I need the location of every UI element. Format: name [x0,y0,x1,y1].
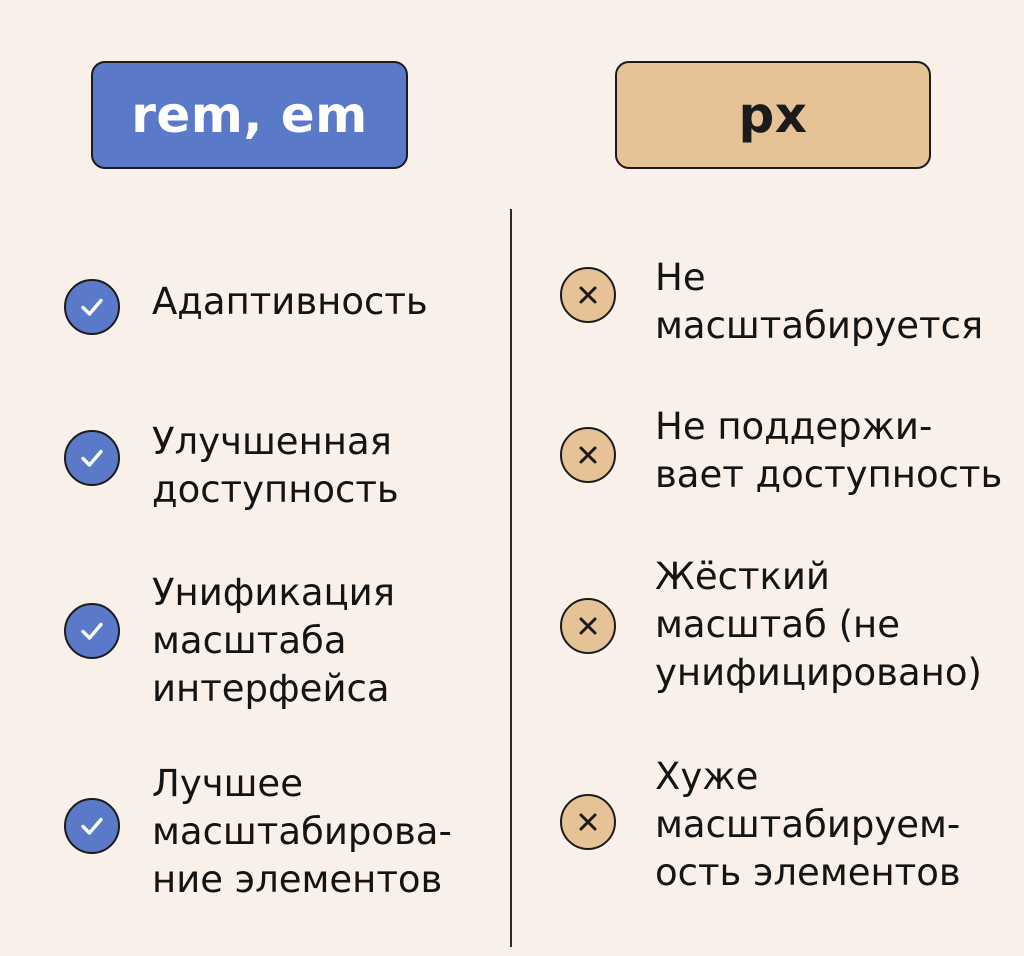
label-line: унифицировано) [655,651,982,694]
label-line: интерфейса [152,667,390,710]
label-line: масштаб (не [655,603,900,646]
right-item-no-scaling: Не масштабируется [655,254,983,350]
cross-icon [560,267,616,323]
cross-icon [560,598,616,654]
label-line: Не [655,256,706,299]
header-px: px [615,61,931,169]
left-item-accessibility: Улучшенная доступность [152,418,399,514]
label-line: Унификация [152,571,395,614]
label-line: Лучшее [152,762,303,805]
left-item-scaling: Лучшее масштабирова- ние элементов [152,760,452,904]
cross-icon [560,794,616,850]
label-line: Адаптивность [152,280,428,323]
label-line: масштабирова- [152,810,452,853]
label-line: ние элементов [152,858,443,901]
label-line: масштабируется [655,304,984,347]
check-icon [64,279,120,335]
label-line: Жёсткий [655,555,830,598]
right-item-no-accessibility: Не поддержи- вает доступность [655,403,1002,499]
label-line: вает доступность [655,453,1003,496]
cross-icon [560,427,616,483]
label-line: масштаба [152,619,347,662]
check-icon [64,430,120,486]
left-item-adaptivity: Адаптивность [152,278,428,326]
label-line: доступность [152,468,399,511]
header-rem-em: rem, em [91,61,408,169]
label-line: ость элементов [655,851,961,894]
label-line: Не поддержи- [655,405,933,448]
label-line: Улучшенная [152,420,392,463]
column-divider [510,209,512,947]
label-line: масштабируем- [655,803,961,846]
check-icon [64,798,120,854]
right-item-worse-scaling: Хуже масштабируем- ость элементов [655,753,961,897]
left-item-unification: Унификация масштаба интерфейса [152,569,395,713]
check-icon [64,603,120,659]
right-item-rigid-scale: Жёсткий масштаб (не унифицировано) [655,553,982,697]
label-line: Хуже [655,755,759,798]
